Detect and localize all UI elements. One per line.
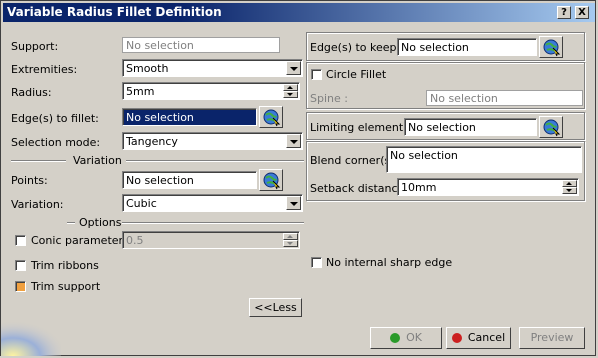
options-separator-right	[122, 222, 304, 224]
circle-fillet-checkbox[interactable]	[311, 69, 322, 80]
globe-pointer-icon	[543, 119, 561, 137]
conic-parameter-value: 0.5	[126, 234, 144, 247]
edges-to-keep-field[interactable]: No selection	[397, 38, 537, 56]
cancel-label: Cancel	[467, 331, 506, 344]
edges-to-keep-label: Edge(s) to keep:	[310, 41, 401, 54]
extremities-value: Smooth	[126, 62, 169, 75]
points-selector-button[interactable]	[259, 169, 283, 191]
spin-down-icon[interactable]	[283, 91, 298, 98]
options-separator-left	[67, 222, 75, 224]
selection-mode-value: Tangency	[126, 135, 178, 148]
dialog-window: Variable Radius Fillet Definition ? X Su…	[0, 0, 596, 356]
window-title: Variable Radius Fillet Definition	[7, 5, 222, 19]
options-header: Options	[79, 216, 122, 229]
blend-corner-label: Blend corner(s)	[310, 154, 395, 167]
help-button[interactable]: ?	[557, 6, 571, 19]
close-button[interactable]: X	[575, 6, 589, 19]
globe-pointer-icon	[263, 109, 281, 127]
trim-ribbons-checkbox[interactable]	[15, 260, 26, 271]
spin-up-icon[interactable]	[562, 180, 577, 187]
points-field[interactable]: No selection	[122, 171, 257, 189]
chevron-down-icon[interactable]	[286, 196, 301, 210]
setback-spinner[interactable]	[562, 180, 577, 194]
spin-up-icon[interactable]	[283, 233, 298, 240]
title-bar[interactable]: Variable Radius Fillet Definition ? X	[3, 3, 595, 22]
less-button[interactable]: <<Less	[249, 298, 302, 317]
spine-label: Spine :	[310, 92, 348, 105]
selection-mode-label: Selection mode:	[11, 136, 101, 149]
cancel-icon	[451, 333, 462, 343]
ok-icon	[390, 333, 401, 343]
corner-decoration	[1, 316, 61, 356]
spin-up-icon[interactable]	[283, 84, 298, 91]
radius-label: Radius:	[11, 86, 52, 99]
ok-label: OK	[406, 331, 422, 344]
points-label: Points:	[11, 174, 48, 187]
support-field[interactable]: No selection	[122, 37, 280, 53]
chevron-down-icon[interactable]	[286, 134, 301, 148]
setback-distance-label: Setback distance:	[310, 182, 409, 195]
variation-select[interactable]: Cubic	[122, 194, 303, 212]
trim-ribbons-label: Trim ribbons	[31, 259, 99, 272]
variation-value: Cubic	[126, 197, 157, 210]
radius-value: 5mm	[126, 85, 155, 98]
conic-parameter-checkbox[interactable]	[15, 235, 26, 246]
limiting-element-field[interactable]: No selection	[404, 118, 537, 136]
trim-support-checkbox[interactable]	[15, 281, 26, 292]
spine-field[interactable]: No selection	[426, 90, 583, 106]
edges-to-keep-selector-button[interactable]	[539, 36, 563, 58]
setback-distance-input[interactable]: 10mm	[397, 178, 579, 196]
spin-down-icon[interactable]	[283, 240, 298, 247]
radius-input[interactable]: 5mm	[122, 82, 300, 100]
variation-separator-right	[126, 160, 304, 162]
setback-distance-value: 10mm	[401, 181, 437, 194]
variation-separator-left	[11, 160, 66, 162]
globe-pointer-icon	[543, 39, 561, 57]
edges-to-fillet-field[interactable]: No selection	[122, 108, 257, 126]
cancel-button[interactable]: Cancel	[446, 327, 511, 349]
radius-spinner[interactable]	[283, 84, 298, 98]
support-label: Support:	[11, 40, 59, 53]
edges-to-fillet-selector-button[interactable]	[259, 106, 283, 128]
limiting-element-selector-button[interactable]	[539, 116, 563, 138]
blend-corner-list[interactable]: No selection	[386, 146, 582, 173]
no-internal-sharp-edge-label: No internal sharp edge	[326, 256, 453, 269]
circle-fillet-label: Circle Fillet	[326, 68, 387, 81]
no-internal-sharp-edge-checkbox[interactable]	[311, 257, 322, 268]
spin-down-icon[interactable]	[562, 187, 577, 194]
ok-button[interactable]: OK	[370, 327, 442, 349]
conic-parameter-label: Conic parameter:	[31, 234, 127, 247]
preview-button[interactable]: Preview	[519, 327, 585, 349]
extremities-label: Extremities:	[11, 63, 78, 76]
trim-support-label: Trim support	[31, 280, 101, 293]
conic-spinner[interactable]	[283, 233, 298, 247]
edges-to-fillet-label: Edge(s) to fillet:	[11, 112, 99, 125]
extremities-select[interactable]: Smooth	[122, 59, 303, 77]
globe-pointer-icon	[263, 172, 281, 190]
variation-header: Variation	[73, 154, 122, 167]
selection-mode-select[interactable]: Tangency	[122, 132, 303, 150]
variation-label: Variation:	[11, 198, 64, 211]
chevron-down-icon[interactable]	[286, 61, 301, 75]
conic-parameter-input[interactable]: 0.5	[122, 231, 300, 249]
